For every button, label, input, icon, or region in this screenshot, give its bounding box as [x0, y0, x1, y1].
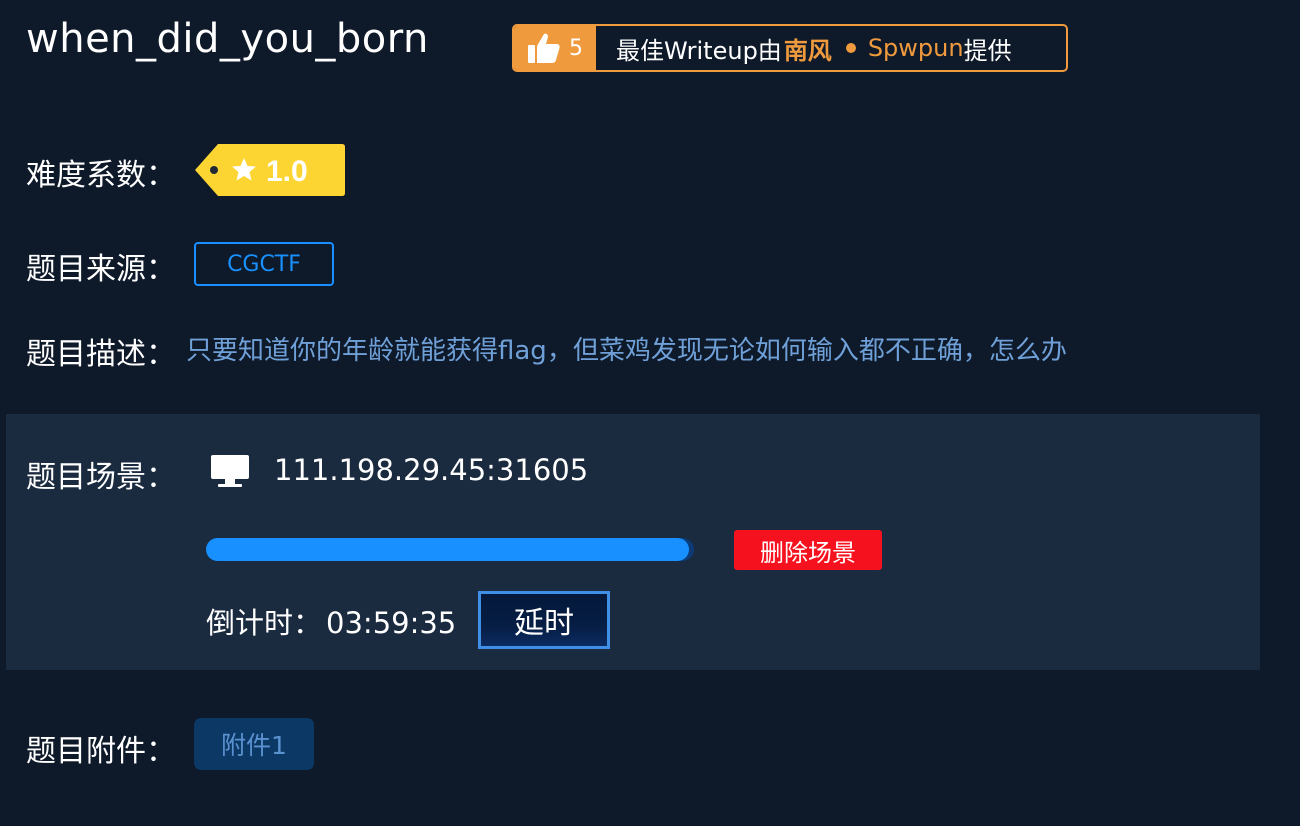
- source-tag[interactable]: CGCTF: [194, 242, 334, 286]
- separator-dot: [845, 43, 856, 53]
- source-label: 题目来源：: [26, 252, 176, 287]
- attachments-label: 题目附件：: [26, 734, 176, 769]
- difficulty-value: 1.0: [266, 155, 308, 188]
- tag-hole: [210, 166, 218, 174]
- like-button[interactable]: 5: [514, 26, 596, 70]
- writeup-suffix: 提供: [963, 36, 1012, 65]
- countdown-label: 倒计时：: [206, 606, 323, 640]
- countdown: 倒计时： 03:59:35: [206, 600, 456, 642]
- difficulty-tag: 1.0: [194, 143, 346, 201]
- writeup-credit: 最佳Writeup由 南风 Spwpun 提供: [596, 31, 1066, 66]
- monitor-icon: [210, 454, 250, 492]
- challenge-page: when_did_you_born 5 最佳Writeup由 南风 Spwpun…: [0, 0, 1300, 826]
- countdown-value: 03:59:35: [326, 606, 457, 640]
- scene-label: 题目场景：: [26, 460, 176, 495]
- difficulty-label: 难度系数：: [26, 158, 176, 193]
- extend-time-button[interactable]: 延时: [478, 591, 610, 649]
- best-writeup-badge[interactable]: 5 最佳Writeup由 南风 Spwpun 提供: [512, 24, 1068, 72]
- writeup-user[interactable]: Spwpun: [868, 34, 964, 62]
- scene-progress-bar: [206, 538, 694, 561]
- scene-panel: 题目场景： 111.198.29.45:31605 删除场景 倒计时： 03:59…: [6, 414, 1260, 670]
- scene-address[interactable]: 111.198.29.45:31605: [274, 453, 588, 487]
- delete-scene-button[interactable]: 删除场景: [734, 530, 882, 570]
- thumbs-up-icon: [527, 32, 561, 64]
- description-text: 只要知道你的年龄就能获得flag，但菜鸡发现无论如何输入都不正确，怎么办: [186, 336, 1067, 366]
- attachment-button[interactable]: 附件1: [194, 718, 314, 770]
- challenge-title: when_did_you_born: [26, 16, 429, 62]
- writeup-author[interactable]: 南风: [784, 31, 832, 66]
- like-count: 5: [569, 35, 583, 61]
- scene-progress-fill: [206, 538, 690, 561]
- writeup-prefix: 最佳Writeup由: [616, 36, 782, 65]
- description-label: 题目描述：: [26, 337, 176, 372]
